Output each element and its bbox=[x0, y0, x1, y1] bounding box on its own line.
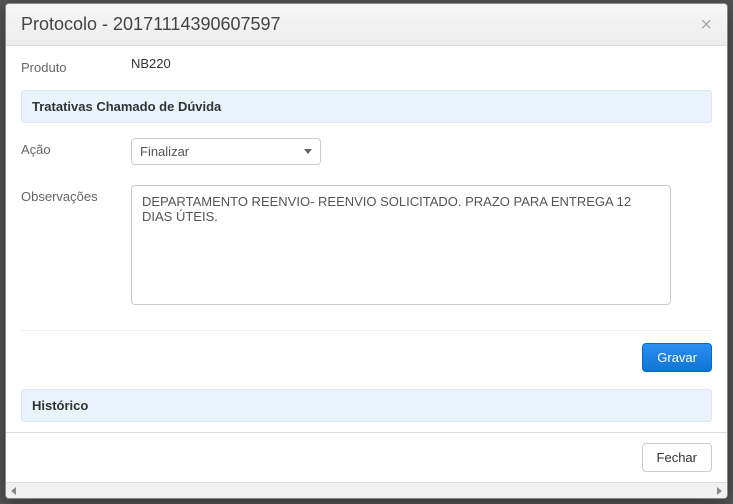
modal-footer: Fechar bbox=[6, 432, 727, 482]
obs-value-wrap bbox=[131, 185, 712, 308]
fechar-button[interactable]: Fechar bbox=[642, 443, 712, 472]
produto-label: Produto bbox=[21, 56, 131, 75]
close-icon[interactable]: × bbox=[700, 15, 712, 35]
field-observacoes: Observações bbox=[21, 175, 712, 318]
gravar-row: Gravar bbox=[21, 330, 712, 384]
observacoes-textarea[interactable] bbox=[131, 185, 671, 305]
section-tratativas: Tratativas Chamado de Dúvida bbox=[21, 90, 712, 123]
acao-selected-text: Finalizar bbox=[140, 144, 189, 159]
acao-label: Ação bbox=[21, 138, 131, 157]
horizontal-scrollbar[interactable] bbox=[6, 482, 727, 498]
gravar-button[interactable]: Gravar bbox=[642, 343, 712, 372]
chevron-down-icon bbox=[304, 149, 312, 154]
acao-select[interactable]: Finalizar bbox=[131, 138, 321, 165]
modal-body[interactable]: Produto NB220 Tratativas Chamado de Dúvi… bbox=[6, 46, 727, 432]
modal-header: Protocolo - 20171114390607597 × bbox=[6, 4, 727, 46]
section-historico: Histórico bbox=[21, 389, 712, 422]
protocol-modal: Protocolo - 20171114390607597 × Produto … bbox=[5, 3, 728, 499]
field-produto: Produto NB220 bbox=[21, 46, 712, 85]
obs-label: Observações bbox=[21, 185, 131, 204]
acao-value-wrap: Finalizar bbox=[131, 138, 712, 165]
modal-title: Protocolo - 20171114390607597 bbox=[21, 14, 281, 35]
produto-value: NB220 bbox=[131, 56, 712, 71]
field-acao: Ação Finalizar bbox=[21, 128, 712, 175]
